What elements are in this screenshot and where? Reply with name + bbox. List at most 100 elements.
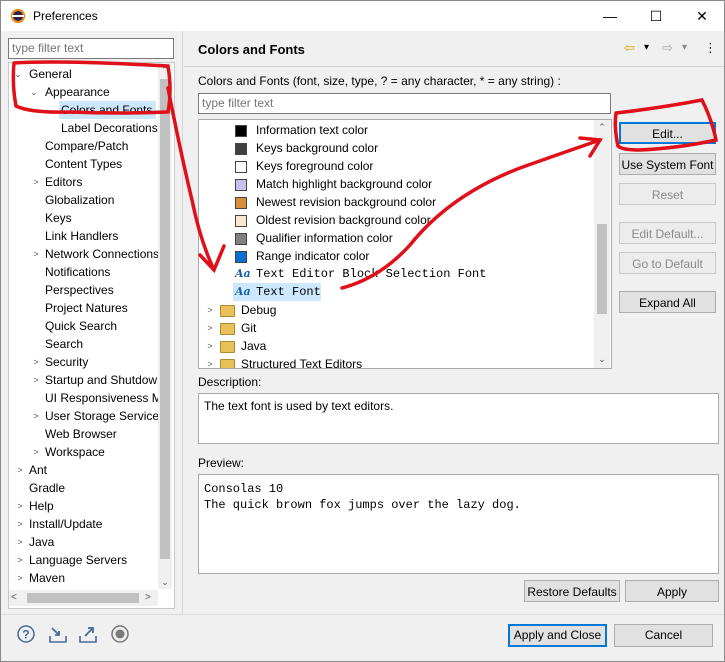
apply-button[interactable]: Apply xyxy=(625,580,719,602)
restore-defaults-button[interactable]: Restore Defaults xyxy=(524,580,620,602)
back-menu-icon[interactable]: ▾ xyxy=(644,42,649,53)
tree-item-startup-and-shutdown[interactable]: > Startup and Shutdown xyxy=(9,371,164,389)
forward-arrow-icon[interactable]: ⇨ xyxy=(662,40,673,56)
chevron-right-icon[interactable]: > xyxy=(31,407,41,425)
color-item-keys-background[interactable]: Keys background color xyxy=(235,139,595,157)
tree-item-install-update[interactable]: > Install/Update xyxy=(9,515,164,533)
tree-item-label-decorations[interactable]: Label Decorations xyxy=(9,119,164,137)
go-to-default-button[interactable]: Go to Default xyxy=(619,252,716,274)
chevron-right-icon[interactable]: > xyxy=(31,353,41,371)
back-arrow-icon[interactable]: ⇦ xyxy=(624,40,635,56)
chevron-right-icon[interactable]: > xyxy=(15,533,25,551)
apply-and-close-button[interactable]: Apply and Close xyxy=(508,624,607,647)
tree-item-help[interactable]: > Help xyxy=(9,497,164,515)
category-structured-text-editors[interactable]: > Structured Text Editors xyxy=(205,355,585,368)
color-item-qualifier-information[interactable]: Qualifier information color xyxy=(235,229,595,247)
tree-item-link-handlers[interactable]: Link Handlers xyxy=(9,227,164,245)
cancel-button[interactable]: Cancel xyxy=(614,624,713,647)
close-button[interactable]: ✕ xyxy=(679,2,725,30)
scroll-down-icon[interactable]: ⌄ xyxy=(158,575,172,589)
tree-filter-field[interactable] xyxy=(8,38,174,59)
scrollbar-thumb[interactable] xyxy=(597,224,607,314)
tree-item-content-types[interactable]: Content Types xyxy=(9,155,164,173)
export-icon[interactable] xyxy=(78,624,98,644)
edit-default-button[interactable]: Edit Default... xyxy=(619,222,716,244)
chevron-right-icon[interactable]: > xyxy=(15,497,25,515)
help-icon[interactable]: ? xyxy=(16,624,36,644)
color-item-newest-revision[interactable]: Newest revision background color xyxy=(235,193,595,211)
chevron-right-icon[interactable]: > xyxy=(31,371,41,389)
tree-item-java[interactable]: > Java xyxy=(9,533,164,551)
expand-all-button[interactable]: Expand All xyxy=(619,291,716,313)
category-git[interactable]: > Git xyxy=(205,319,585,337)
scrollbar-thumb[interactable] xyxy=(160,79,170,559)
tree-item-ui-responsiveness[interactable]: UI Responsiveness M xyxy=(9,389,164,407)
tree-item-user-storage-service[interactable]: > User Storage Service xyxy=(9,407,164,425)
scrollbar-thumb[interactable] xyxy=(27,593,139,603)
chevron-right-icon[interactable]: > xyxy=(15,515,25,533)
tree-item-quick-search[interactable]: Quick Search xyxy=(9,317,164,335)
scroll-down-icon[interactable]: ⌄ xyxy=(594,352,610,366)
minimize-button[interactable]: — xyxy=(587,2,633,30)
chevron-down-icon[interactable]: ⌄ xyxy=(13,65,23,83)
tree-item-editors[interactable]: > Editors xyxy=(9,173,164,191)
chevron-right-icon[interactable]: > xyxy=(205,337,215,355)
tree-item-colors-and-fonts[interactable]: Colors and Fonts xyxy=(59,101,156,119)
chevron-right-icon[interactable]: > xyxy=(31,245,41,263)
scroll-up-icon[interactable]: ⌃ xyxy=(158,63,172,77)
edit-button[interactable]: Edit... xyxy=(619,122,716,144)
use-system-font-button[interactable]: Use System Font xyxy=(619,153,716,175)
tree-item-keys[interactable]: Keys xyxy=(9,209,164,227)
pane-divider[interactable] xyxy=(182,31,183,614)
tree-filter-input[interactable] xyxy=(9,39,173,56)
tree-item-notifications[interactable]: Notifications xyxy=(9,263,164,281)
color-item-keys-foreground[interactable]: Keys foreground color xyxy=(235,157,595,175)
color-item-range-indicator[interactable]: Range indicator color xyxy=(235,247,595,265)
chevron-right-icon[interactable]: > xyxy=(15,569,25,587)
tree-item-security[interactable]: > Security xyxy=(9,353,164,371)
tree-item-compare-patch[interactable]: Compare/Patch xyxy=(9,137,164,155)
chevron-right-icon[interactable]: > xyxy=(205,355,215,368)
tree-item-gradle[interactable]: Gradle xyxy=(9,479,164,497)
import-icon[interactable] xyxy=(48,624,68,644)
colors-tree-scrollbar[interactable]: ⌃ ⌄ xyxy=(594,120,610,368)
tree-item-maven[interactable]: > Maven xyxy=(9,569,164,587)
font-item-text-font[interactable]: Aa Text Font xyxy=(233,283,321,301)
font-item-block-selection[interactable]: Aa Text Editor Block Selection Font xyxy=(235,265,595,283)
forward-menu-icon[interactable]: ▾ xyxy=(682,42,687,53)
chevron-right-icon[interactable]: > xyxy=(15,551,25,569)
chevron-down-icon[interactable]: ⌄ xyxy=(29,83,39,101)
tree-item-general[interactable]: ⌄ General xyxy=(9,65,164,83)
color-item-oldest-revision[interactable]: Oldest revision background color xyxy=(235,211,595,229)
colors-filter-input[interactable] xyxy=(199,94,600,111)
tree-item-appearance[interactable]: ⌄ Appearance xyxy=(9,83,164,101)
scroll-left-icon[interactable]: < xyxy=(11,590,23,606)
scroll-up-icon[interactable]: ⌃ xyxy=(594,120,610,134)
tree-item-web-browser[interactable]: Web Browser xyxy=(9,425,164,443)
color-item-information-text[interactable]: Information text color xyxy=(235,121,595,139)
tree-item-language-servers[interactable]: > Language Servers xyxy=(9,551,164,569)
chevron-right-icon[interactable]: > xyxy=(31,173,41,191)
color-item-match-highlight[interactable]: Match highlight background color xyxy=(235,175,595,193)
chevron-right-icon[interactable]: > xyxy=(31,443,41,461)
tree-item-ant[interactable]: > Ant xyxy=(9,461,164,479)
category-java[interactable]: > Java xyxy=(205,337,585,355)
tree-item-perspectives[interactable]: Perspectives xyxy=(9,281,164,299)
colors-filter-field[interactable] xyxy=(198,93,611,114)
chevron-right-icon[interactable]: > xyxy=(15,461,25,479)
scroll-right-icon[interactable]: > xyxy=(145,590,157,606)
tree-item-search[interactable]: Search xyxy=(9,335,164,353)
tree-item-project-natures[interactable]: Project Natures xyxy=(9,299,164,317)
view-menu-icon[interactable]: ⋮ xyxy=(704,40,717,56)
preference-tree[interactable]: ⌄ General ⌄ Appearance Colors and Fonts … xyxy=(8,62,175,609)
reset-button[interactable]: Reset xyxy=(619,183,716,205)
tree-item-globalization[interactable]: Globalization xyxy=(9,191,164,209)
chevron-right-icon[interactable]: > xyxy=(205,319,215,337)
tree-horizontal-scrollbar[interactable]: < > xyxy=(9,590,158,606)
colors-fonts-tree[interactable]: Information text color Keys background c… xyxy=(198,119,612,369)
tree-item-workspace[interactable]: > Workspace xyxy=(9,443,164,461)
maximize-button[interactable]: ☐ xyxy=(633,2,679,30)
chevron-right-icon[interactable]: > xyxy=(205,301,215,319)
tree-item-network-connections[interactable]: > Network Connections xyxy=(9,245,164,263)
record-icon[interactable] xyxy=(110,624,130,644)
